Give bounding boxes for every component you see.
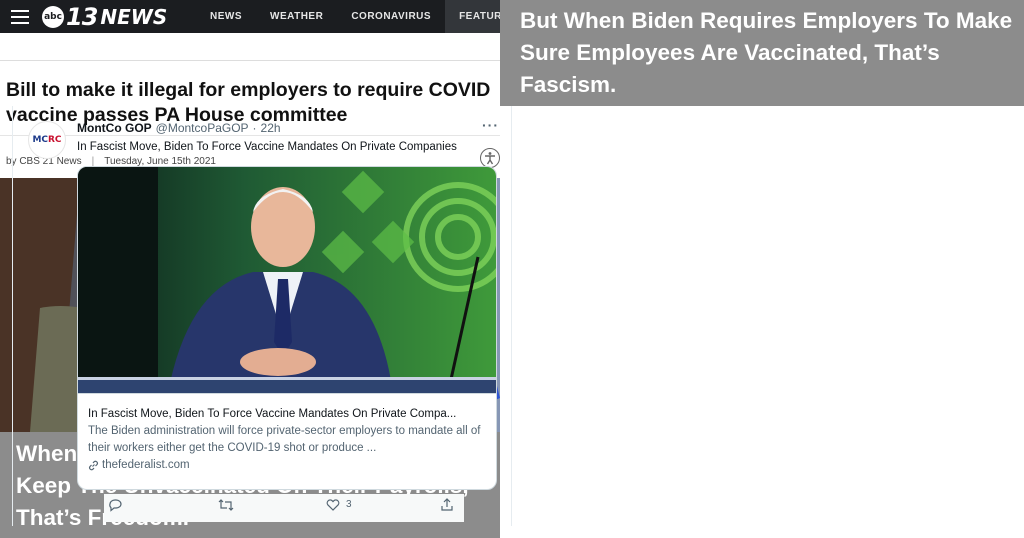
meme-collage: abc 13 NEWS NEWS WEATHER CORONAVIRUS FEA… bbox=[0, 0, 1024, 538]
nav-item-features[interactable]: FEATURES bbox=[445, 0, 500, 33]
nav-menu: NEWS WEATHER CORONAVIRUS FEATURES bbox=[196, 0, 500, 33]
news-nav-bar: abc 13 NEWS NEWS WEATHER CORONAVIRUS FEA… bbox=[0, 0, 500, 33]
tweet-panel: But When Biden Requires Employers To Mak… bbox=[500, 0, 1024, 538]
card-title[interactable]: In Fascist Move, Biden To Force Vaccine … bbox=[88, 408, 486, 420]
logo-number: 13 bbox=[66, 2, 98, 31]
card-description: The Biden administration will force priv… bbox=[88, 425, 481, 454]
share-button[interactable] bbox=[440, 498, 454, 512]
tweet-text: In Fascist Move, Biden To Force Vaccine … bbox=[77, 141, 457, 153]
card-domain: thefederalist.com bbox=[88, 459, 486, 471]
nav-item-weather[interactable]: WEATHER bbox=[256, 0, 337, 33]
tweet-header: MontCo GOP @MontcoPaGOP · 22h bbox=[77, 121, 281, 135]
avatar-text-b: RC bbox=[48, 135, 62, 145]
share-icon bbox=[441, 498, 453, 511]
abc-logo-mark: abc bbox=[42, 5, 64, 28]
logo-name: NEWS bbox=[100, 4, 168, 29]
tweet-dot: · bbox=[252, 121, 257, 135]
biden-photo bbox=[78, 167, 496, 393]
reply-button[interactable] bbox=[108, 498, 122, 512]
like-count: 3 bbox=[346, 499, 352, 510]
tweet-timestamp[interactable]: 22h bbox=[261, 121, 281, 135]
news-logo[interactable]: abc 13 NEWS bbox=[42, 0, 167, 33]
link-preview-card[interactable]: In Fascist Move, Biden To Force Vaccine … bbox=[77, 166, 497, 490]
nav-item-news[interactable]: NEWS bbox=[196, 0, 256, 33]
tweet-border bbox=[12, 106, 13, 526]
more-options-icon[interactable]: ··· bbox=[482, 117, 499, 133]
link-icon bbox=[89, 460, 98, 470]
montco-gop-avatar[interactable]: MCRC bbox=[28, 121, 66, 159]
like-button[interactable]: 3 bbox=[326, 498, 352, 511]
tweet-actions: 3 bbox=[104, 494, 464, 522]
caption-right-text: But When Biden Requires Employers To Mak… bbox=[520, 8, 1013, 97]
heart-icon bbox=[326, 499, 340, 511]
card-domain-text: thefederalist.com bbox=[102, 459, 190, 471]
nav-item-coronavirus[interactable]: CORONAVIRUS bbox=[337, 0, 445, 33]
retweet-icon bbox=[218, 499, 234, 511]
reply-icon bbox=[109, 499, 122, 512]
divider bbox=[0, 135, 500, 136]
caption-right: But When Biden Requires Employers To Mak… bbox=[500, 0, 1024, 106]
tweet-author-handle[interactable]: @MontcoPaGOP bbox=[156, 121, 249, 135]
hamburger-menu-icon[interactable] bbox=[0, 0, 40, 33]
avatar-text-a: MC bbox=[32, 135, 48, 145]
accessibility-icon[interactable] bbox=[480, 148, 500, 168]
retweet-button[interactable] bbox=[218, 498, 234, 512]
tweet-author-name[interactable]: MontCo GOP bbox=[77, 121, 152, 135]
card-body: In Fascist Move, Biden To Force Vaccine … bbox=[78, 393, 496, 489]
divider bbox=[0, 60, 500, 61]
tweet-border bbox=[511, 106, 512, 526]
